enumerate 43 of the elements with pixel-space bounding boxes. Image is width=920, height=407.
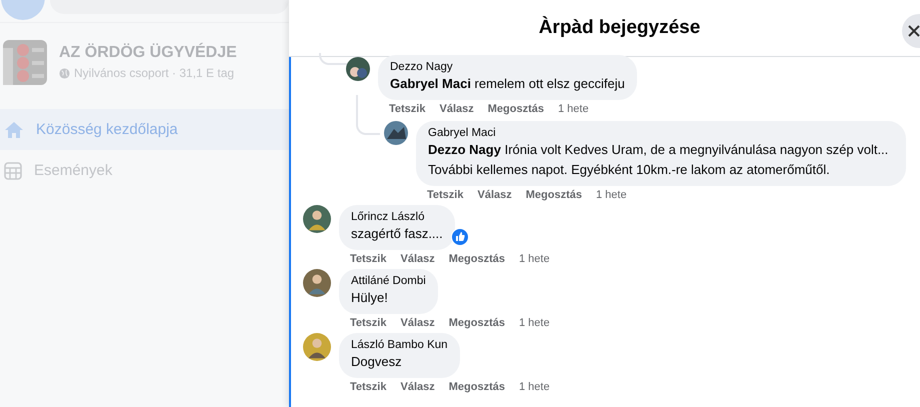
calendar-icon [4, 162, 22, 180]
comment-action[interactable]: Válasz [439, 103, 474, 116]
comment-action[interactable]: Tetszik [350, 381, 386, 394]
comment-action[interactable]: Tetszik [427, 189, 464, 202]
avatar[interactable] [346, 57, 370, 81]
comment-time[interactable]: 1 hete [518, 317, 550, 330]
comment-action[interactable]: Megosztás [448, 253, 505, 266]
comment-action[interactable]: Válasz [400, 317, 435, 330]
author-name[interactable]: Attiláné Dombi [351, 275, 426, 287]
author-name[interactable]: Gabryel Maci [428, 127, 894, 139]
comment-action[interactable]: Megosztás [488, 103, 544, 116]
comment-text: Dezzo Nagy Irónia volt Kedves Uram, de a megnyilvánulása nagyon szép volt... További kellemes napot. Egyébként 10km.-re lakom az atomerőműtől. [428, 141, 890, 179]
globe-icon [59, 68, 70, 78]
comment-action[interactable]: Megosztás [448, 317, 505, 330]
comment-action[interactable]: Válasz [400, 381, 435, 394]
comment-text: Dogvesz [351, 353, 403, 371]
comment-action[interactable]: Tetszik [389, 103, 426, 116]
avatar[interactable] [303, 205, 331, 233]
home-icon [4, 120, 24, 140]
comment-text: szagértő fasz.... [351, 225, 443, 243]
comment-text: Gabryel Maci remelem ott elsz geccifeju [390, 75, 625, 93]
author-name[interactable]: Dezzo Nagy [390, 61, 625, 73]
avatar[interactable] [384, 121, 408, 145]
comment-time[interactable]: 1 hete [596, 189, 627, 202]
avatar[interactable] [303, 333, 331, 361]
comment-time[interactable]: 1 hete [518, 381, 550, 394]
author-name[interactable]: Lőrincz László [351, 211, 443, 223]
like-icon[interactable] [450, 228, 469, 246]
comment-action[interactable]: Megosztás [526, 189, 582, 202]
dialog-title: Àrpàd bejegyzése [538, 17, 700, 39]
comment-action[interactable]: Tetszik [350, 317, 386, 330]
avatar[interactable] [303, 269, 331, 297]
comment-action[interactable]: Tetszik [350, 253, 386, 266]
close-icon [908, 25, 920, 37]
search-field[interactable] [50, 0, 289, 14]
thread-line [356, 95, 380, 135]
author-name[interactable]: László Bambo Kun [351, 339, 448, 351]
comment-action[interactable]: Válasz [477, 189, 512, 202]
comment-time[interactable]: 1 hete [558, 103, 589, 116]
comment-action[interactable]: Megosztás [448, 381, 505, 394]
comment-action[interactable]: Válasz [400, 253, 435, 266]
comment-time[interactable]: 1 hete [518, 253, 550, 266]
comment-text: Hülye! [351, 289, 389, 307]
